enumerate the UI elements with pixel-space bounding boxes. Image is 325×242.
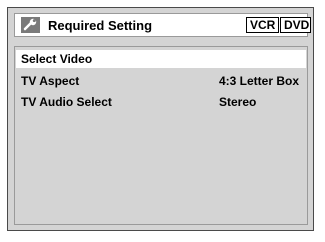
settings-menu: Select Video TV Aspect 4:3 Letter Box TV… (14, 46, 308, 225)
setup-menu-window: Required Setting VCR DVD Select Video TV… (7, 7, 314, 231)
menu-item-label: TV Aspect (21, 74, 80, 88)
dvd-mode-badge: DVD (280, 17, 311, 33)
menu-item-tv-aspect[interactable]: TV Aspect 4:3 Letter Box (16, 72, 306, 90)
menu-item-label: Select Video (21, 52, 93, 66)
menu-item-select-video[interactable]: Select Video (16, 50, 306, 68)
wrench-icon (21, 17, 40, 33)
page-title: Required Setting (48, 18, 153, 33)
menu-item-value: 4:3 Letter Box (219, 74, 300, 88)
menu-item-value: Stereo (219, 95, 257, 109)
title-bar: Required Setting VCR DVD (14, 13, 311, 37)
vcr-mode-badge: VCR (246, 17, 279, 33)
menu-item-label: TV Audio Select (21, 95, 112, 109)
menu-item-tv-audio-select[interactable]: TV Audio Select Stereo (16, 93, 306, 111)
